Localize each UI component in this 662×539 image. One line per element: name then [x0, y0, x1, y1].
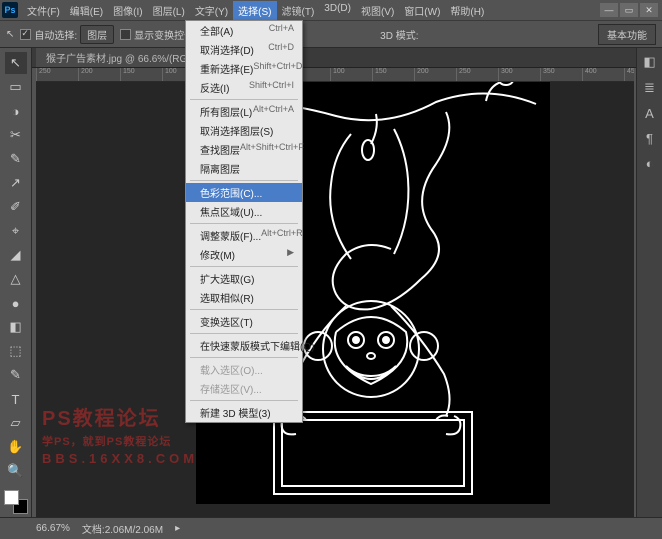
menu-separator [190, 223, 298, 224]
menu-item-查找图层[interactable]: 查找图层Alt+Shift+Ctrl+F [186, 140, 302, 159]
menu-item-修改M[interactable]: 修改(M)▶ [186, 245, 302, 264]
menu-separator [190, 309, 298, 310]
watermark-line2: 学PS，就到PS教程论坛 [42, 433, 198, 449]
canvas-area[interactable]: PS教程论坛 学PS，就到PS教程论坛 BBS.16XX8.COM [36, 82, 634, 517]
tool-1[interactable]: ▭ [5, 76, 27, 98]
watermark-line3: BBS.16XX8.COM [42, 451, 198, 466]
color-swatches[interactable] [4, 490, 28, 514]
menu-separator [190, 99, 298, 100]
menu-item-取消选择D[interactable]: 取消选择(D)Ctrl+D [186, 40, 302, 59]
auto-select-group: 自动选择: 图层 [20, 25, 114, 44]
mode-3d-label: 3D 模式: [380, 27, 418, 42]
menu-item-载入选区O: 载入选区(O)... [186, 360, 302, 379]
panels-dock: ◧ ≣ A ¶ ◐ [636, 48, 662, 517]
menu-item-反选I[interactable]: 反选(I)Shift+Ctrl+I [186, 78, 302, 97]
menu-item-色彩范围C[interactable]: 色彩范围(C)... [186, 183, 302, 202]
tool-11[interactable]: ◧ [5, 316, 27, 338]
window-controls: — ▭ ✕ [600, 3, 662, 17]
menu-图像[interactable]: 图像(I) [108, 1, 147, 20]
close-button[interactable]: ✕ [640, 3, 658, 17]
show-transform-checkbox[interactable] [120, 29, 131, 40]
tool-5[interactable]: ↗ [5, 172, 27, 194]
menu-separator [190, 400, 298, 401]
panel-icon-0[interactable]: ◧ [643, 54, 655, 70]
tool-17[interactable]: 🔍 [5, 460, 27, 482]
menu-编辑[interactable]: 编辑(E) [65, 1, 108, 20]
menu-item-选取相似R[interactable]: 选取相似(R) [186, 288, 302, 307]
show-transform-group: 显示变换控件 [120, 27, 194, 42]
status-arrow-icon[interactable]: ▸ [175, 523, 180, 534]
tool-16[interactable]: ✋ [5, 436, 27, 458]
panel-icon-1[interactable]: ≣ [644, 80, 655, 96]
menu-separator [190, 333, 298, 334]
menu-item-重新选择E[interactable]: 重新选择(E)Shift+Ctrl+D [186, 59, 302, 78]
auto-select-checkbox[interactable] [20, 29, 31, 40]
workspace-switcher[interactable]: 基本功能 [598, 24, 656, 45]
menu-separator [190, 357, 298, 358]
menu-item-取消选择图层S[interactable]: 取消选择图层(S) [186, 121, 302, 140]
menu-滤镜[interactable]: 滤镜(T) [277, 1, 320, 20]
tool-6[interactable]: ✐ [5, 196, 27, 218]
menu-选择[interactable]: 选择(S) [233, 1, 276, 20]
menu-item-全部A[interactable]: 全部(A)Ctrl+A [186, 21, 302, 40]
menu-窗口[interactable]: 窗口(W) [399, 1, 445, 20]
tool-7[interactable]: ⌖ [5, 220, 27, 242]
tool-14[interactable]: T [5, 388, 27, 410]
tool-9[interactable]: △ [5, 268, 27, 290]
menu-item-在快速蒙版模式下编辑Q[interactable]: 在快速蒙版模式下编辑(Q) [186, 336, 302, 355]
auto-select-dropdown[interactable]: 图层 [80, 25, 114, 44]
menu-separator [190, 266, 298, 267]
ruler-horizontal: 2502001501005005010015020025030035040045… [36, 68, 634, 82]
watermark-line1: PS教程论坛 [42, 402, 198, 431]
tool-3[interactable]: ✂ [5, 124, 27, 146]
menu-item-变换选区T[interactable]: 变换选区(T) [186, 312, 302, 331]
panel-icon-3[interactable]: ¶ [646, 131, 653, 146]
auto-select-label: 自动选择: [34, 27, 77, 42]
menu-item-焦点区域U[interactable]: 焦点区域(U)... [186, 202, 302, 221]
menu-文件[interactable]: 文件(F) [22, 1, 65, 20]
app-icon: Ps [2, 2, 18, 18]
tool-0[interactable]: ↖ [5, 52, 27, 74]
tool-12[interactable]: ⬚ [5, 340, 27, 362]
menu-视图[interactable]: 视图(V) [356, 1, 399, 20]
menu-item-存储选区V: 存储选区(V)... [186, 379, 302, 398]
menubar: Ps 文件(F)编辑(E)图像(I)图层(L)文字(Y)选择(S)滤镜(T)3D… [0, 0, 662, 20]
tool-2[interactable]: ◑ [5, 100, 27, 122]
document-tabbar: 猴子广告素材.jpg @ 66.6%/(RGB/8#) [0, 48, 662, 68]
panel-icon-2[interactable]: A [645, 106, 654, 121]
tool-4[interactable]: ✎ [5, 148, 27, 170]
menu-图层[interactable]: 图层(L) [148, 1, 190, 20]
menu-item-新建 3D 模型3[interactable]: 新建 3D 模型(3) [186, 403, 302, 422]
tool-13[interactable]: ✎ [5, 364, 27, 386]
menu-文字[interactable]: 文字(Y) [190, 1, 233, 20]
menu-item-所有图层L[interactable]: 所有图层(L)Alt+Ctrl+A [186, 102, 302, 121]
minimize-button[interactable]: — [600, 3, 618, 17]
menu-帮助[interactable]: 帮助(H) [445, 1, 489, 20]
maximize-button[interactable]: ▭ [620, 3, 638, 17]
menu-item-扩大选取G[interactable]: 扩大选取(G) [186, 269, 302, 288]
move-tool-icon: ↖ [6, 29, 14, 40]
doc-size: 文档:2.06M/2.06M [82, 521, 163, 536]
tool-8[interactable]: ◢ [5, 244, 27, 266]
status-bar: 66.67% 文档:2.06M/2.06M ▸ [0, 517, 662, 539]
menu-separator [190, 180, 298, 181]
panel-icon-4[interactable]: ◐ [646, 156, 654, 171]
menu-item-隔离图层[interactable]: 隔离图层 [186, 159, 302, 178]
tools-panel: ↖▭◑✂✎↗✐⌖◢△●◧⬚✎T▱✋🔍 [0, 48, 32, 517]
options-bar: ↖ 自动选择: 图层 显示变换控件 3D 模式: 基本功能 [0, 20, 662, 48]
tool-15[interactable]: ▱ [5, 412, 27, 434]
menu-3D[interactable]: 3D(D) [319, 1, 356, 20]
tool-10[interactable]: ● [5, 292, 27, 314]
watermark: PS教程论坛 学PS，就到PS教程论坛 BBS.16XX8.COM [42, 402, 198, 466]
menu-item-调整蒙版F[interactable]: 调整蒙版(F)...Alt+Ctrl+R [186, 226, 302, 245]
zoom-level[interactable]: 66.67% [36, 523, 70, 534]
select-menu-dropdown: 全部(A)Ctrl+A取消选择(D)Ctrl+D重新选择(E)Shift+Ctr… [185, 20, 303, 423]
